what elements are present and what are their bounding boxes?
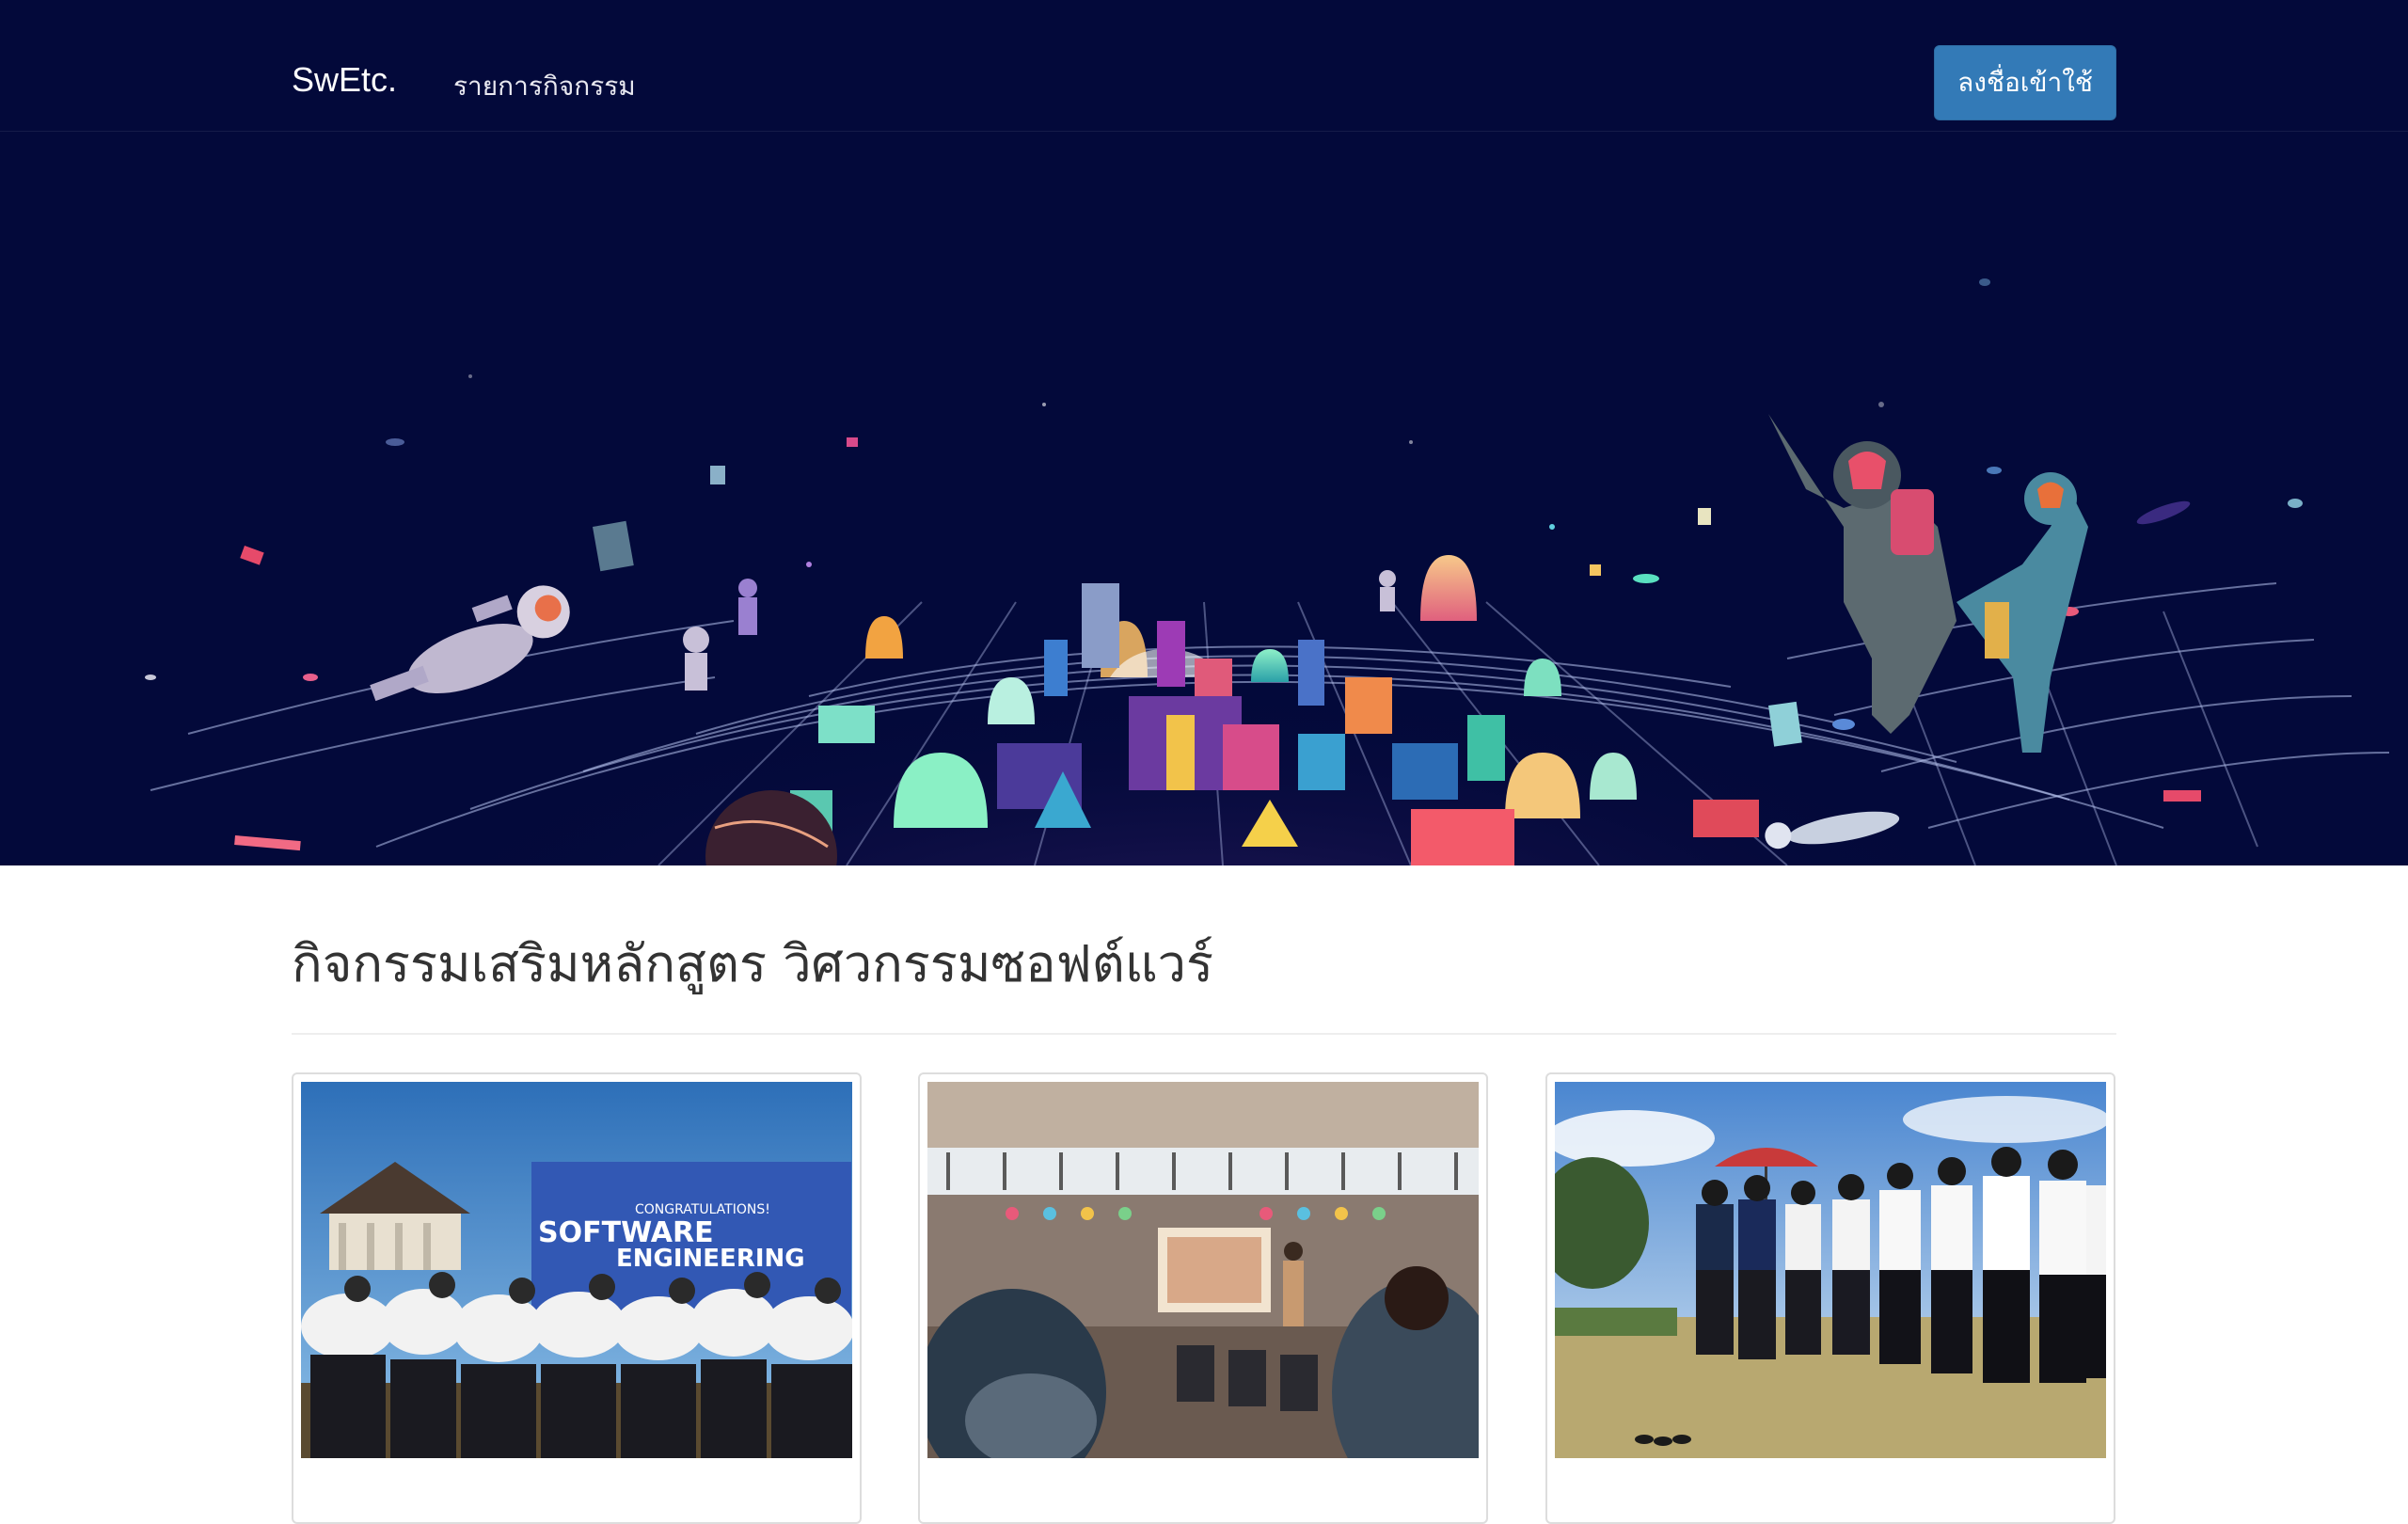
navbar: SwEtc. รายการกิจกรรม ลงชื่อเข้าใช้ (0, 0, 2408, 132)
activity-card[interactable]: CONGRATULATIONS! SOFTWARE ENGINEERING (292, 1072, 862, 1524)
banner-text-engineering: ENGINEERING (616, 1245, 805, 1273)
page-header: กิจกรรมเสริมหลักสูตร วิศวกรรมซอฟต์แวร์ (292, 931, 2116, 1035)
hero-banner: SwEtc. รายการกิจกรรม ลงชื่อเข้าใช้ (0, 0, 2408, 865)
students-outdoor-field-photo (1555, 1082, 2106, 1458)
students-group-hug-photo: CONGRATULATIONS! SOFTWARE ENGINEERING (301, 1082, 852, 1458)
activity-card[interactable] (918, 1072, 1488, 1524)
presentation-room-photo (927, 1082, 1479, 1458)
nav-link-activities[interactable]: รายการกิจกรรม (453, 66, 636, 107)
brand-logo[interactable]: SwEtc. (292, 60, 397, 100)
login-button[interactable]: ลงชื่อเข้าใช้ (1934, 45, 2116, 120)
banner-text-congrats: CONGRATULATIONS! (635, 1202, 770, 1217)
page-title: กิจกรรมเสริมหลักสูตร วิศวกรรมซอฟต์แวร์ (292, 934, 1213, 993)
activity-card[interactable] (1545, 1072, 2115, 1524)
